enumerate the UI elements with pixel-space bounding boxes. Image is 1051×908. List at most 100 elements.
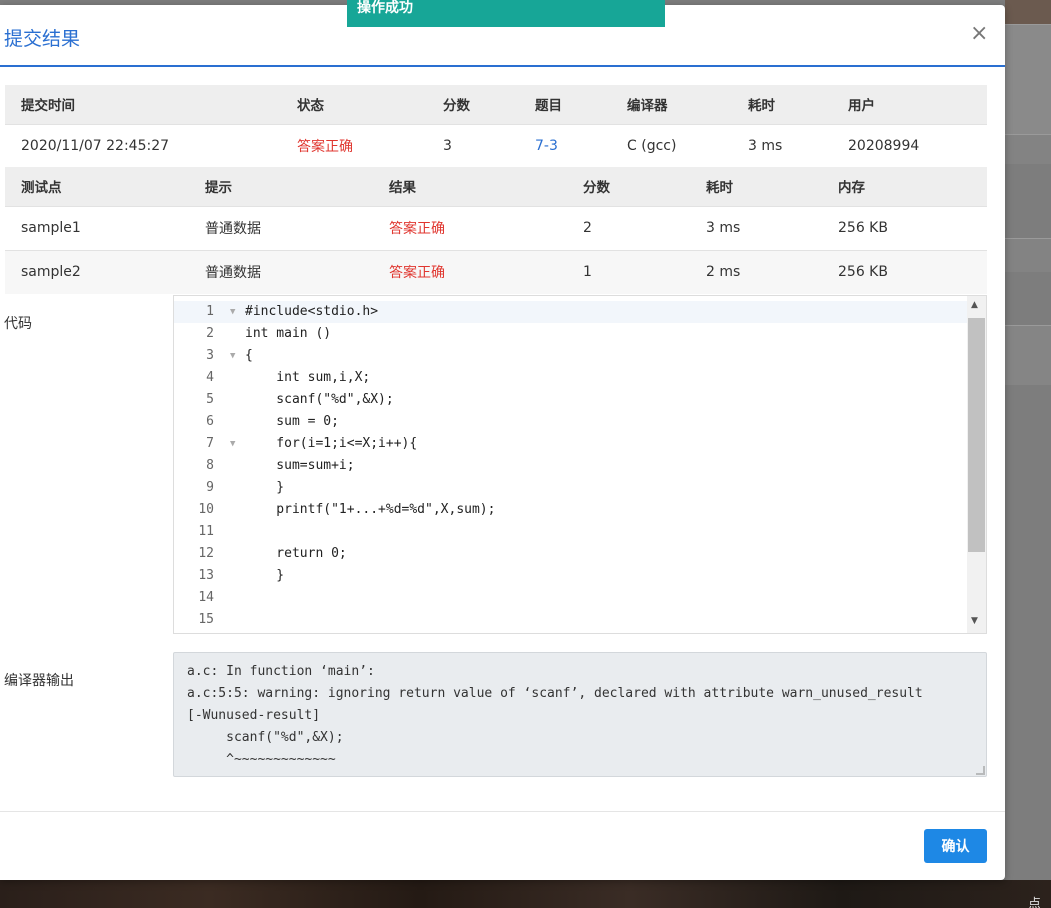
fold-arrow-icon[interactable]: ▼ [230, 345, 235, 367]
code-text: for(i=1;i<=X;i++){ [245, 436, 418, 451]
testcase-score: 2 [567, 205, 690, 250]
testcase-elapsed: 3 ms [690, 205, 822, 250]
background-panel [1005, 238, 1051, 272]
line-number: 14 [198, 590, 214, 605]
code-text: { [245, 348, 253, 363]
line-number: 15 [198, 612, 214, 627]
code-line[interactable]: 2 int main () [174, 323, 967, 345]
line-number: 1 [206, 304, 214, 319]
testcase-memory: 256 KB [822, 249, 987, 294]
code-text: #include<stdio.h> [245, 304, 379, 319]
line-number: 5 [206, 392, 214, 407]
background-panel [1005, 24, 1051, 134]
dialog-title: 提交结果 [4, 28, 81, 50]
code-text: } [245, 568, 285, 583]
code-text: return 0; [245, 546, 347, 561]
status-badge: 答案正确 [281, 123, 427, 167]
code-text: sum=sum+i; [245, 458, 355, 473]
confirm-button[interactable]: 确认 [924, 829, 987, 863]
submission-table: 提交时间 状态 分数 题目 编译器 耗时 用户 2020/11/07 22:45… [5, 85, 987, 167]
background-panel [1005, 325, 1051, 385]
table-header-row: 提交时间 状态 分数 题目 编译器 耗时 用户 [5, 85, 987, 124]
column-header: 耗时 [732, 85, 832, 124]
line-number: 6 [206, 414, 214, 429]
fold-arrow-icon[interactable]: ▼ [230, 433, 235, 455]
line-number: 3 [206, 348, 214, 363]
line-number: 4 [206, 370, 214, 385]
code-line[interactable]: 13 } [174, 565, 967, 587]
column-header: 分数 [427, 85, 519, 124]
code-editor[interactable]: 1 ▼ #include<stdio.h> 2 int main () 3 ▼ {4 int … [173, 295, 987, 634]
code-text: scanf("%d",&X); [245, 392, 394, 407]
line-number: 10 [198, 502, 214, 517]
code-line[interactable]: 12 return 0; [174, 543, 967, 565]
line-number: 12 [198, 546, 214, 561]
problem-link[interactable]: 7-3 [519, 123, 611, 167]
table-row: sample2 普通数据 答案正确 1 2 ms 256 KB [5, 249, 987, 294]
scrollbar-thumb[interactable] [968, 318, 985, 552]
code-label: 代码 [4, 316, 32, 332]
column-header: 提示 [189, 167, 373, 206]
user-id: 20208994 [832, 123, 987, 167]
elapsed-time: 3 ms [732, 123, 832, 167]
testcase-hint: 普通数据 [189, 249, 373, 294]
column-header: 结果 [373, 167, 567, 206]
code-line[interactable]: 14 [174, 587, 967, 609]
compiler: C (gcc) [611, 123, 732, 167]
column-header: 状态 [281, 85, 427, 124]
code-line[interactable]: 4 int sum,i,X; [174, 367, 967, 389]
table-row: sample1 普通数据 答案正确 2 3 ms 256 KB [5, 205, 987, 250]
testcase-result: 答案正确 [373, 249, 567, 294]
code-text: int sum,i,X; [245, 370, 371, 385]
code-line[interactable]: 15 [174, 609, 967, 631]
column-header: 内存 [822, 167, 987, 206]
table-row: 2020/11/07 22:45:27 答案正确 3 7-3 C (gcc) 3… [5, 123, 987, 167]
code-line[interactable]: 10 printf("1+...+%d=%d",X,sum); [174, 499, 967, 521]
line-number: 2 [206, 326, 214, 341]
toast-notification: 操作成功 [347, 0, 665, 27]
code-line[interactable]: 5 scanf("%d",&X); [174, 389, 967, 411]
line-number: 7 [206, 436, 214, 451]
line-number: 11 [198, 524, 214, 539]
code-text: int main () [245, 326, 332, 341]
submission-result-dialog: 提交结果 × 提交时间 状态 分数 题目 编译器 耗时 用户 2020/11/0… [0, 5, 1005, 880]
code-line[interactable]: 1 ▼ #include<stdio.h> [174, 301, 967, 323]
testcase-name: sample1 [5, 205, 189, 250]
footer-divider [0, 811, 1005, 812]
code-line[interactable]: 9 } [174, 477, 967, 499]
testcase-score: 1 [567, 249, 690, 294]
testcase-table: 测试点 提示 结果 分数 耗时 内存 sample1 普通数据 答案正确 2 3… [5, 167, 987, 294]
desktop-background [0, 880, 1051, 908]
line-number: 9 [206, 480, 214, 495]
line-number: 8 [206, 458, 214, 473]
testcase-name: sample2 [5, 249, 189, 294]
testcase-memory: 256 KB [822, 205, 987, 250]
background-panel [1005, 134, 1051, 164]
submit-time: 2020/11/07 22:45:27 [5, 123, 281, 167]
column-header: 分数 [567, 167, 690, 206]
testcase-result: 答案正确 [373, 205, 567, 250]
code-line[interactable]: 8 sum=sum+i; [174, 455, 967, 477]
column-header: 题目 [519, 85, 611, 124]
testcase-elapsed: 2 ms [690, 249, 822, 294]
testcase-hint: 普通数据 [189, 205, 373, 250]
background-page [1005, 0, 1051, 24]
close-icon[interactable]: × [970, 23, 988, 45]
line-number: 13 [198, 568, 214, 583]
column-header: 测试点 [5, 167, 189, 206]
code-line[interactable]: 11 [174, 521, 967, 543]
score: 3 [427, 123, 519, 167]
code-line[interactable]: 6 sum = 0; [174, 411, 967, 433]
code-line[interactable]: 7 ▼ for(i=1;i<=X;i++){ [174, 433, 967, 455]
code-text: sum = 0; [245, 414, 339, 429]
resize-handle-icon[interactable] [976, 766, 985, 775]
compiler-output-label: 编译器输出 [4, 673, 74, 689]
compiler-output-textarea[interactable]: a.c: In function ‘main’: a.c:5:5: warnin… [173, 652, 987, 777]
scroll-down-icon[interactable]: ▼ [971, 616, 978, 626]
column-header: 耗时 [690, 167, 822, 206]
fold-arrow-icon[interactable]: ▼ [230, 301, 235, 323]
scroll-up-icon[interactable]: ▲ [971, 300, 978, 310]
code-line[interactable]: 3 ▼ { [174, 345, 967, 367]
code-text: printf("1+...+%d=%d",X,sum); [245, 502, 496, 517]
